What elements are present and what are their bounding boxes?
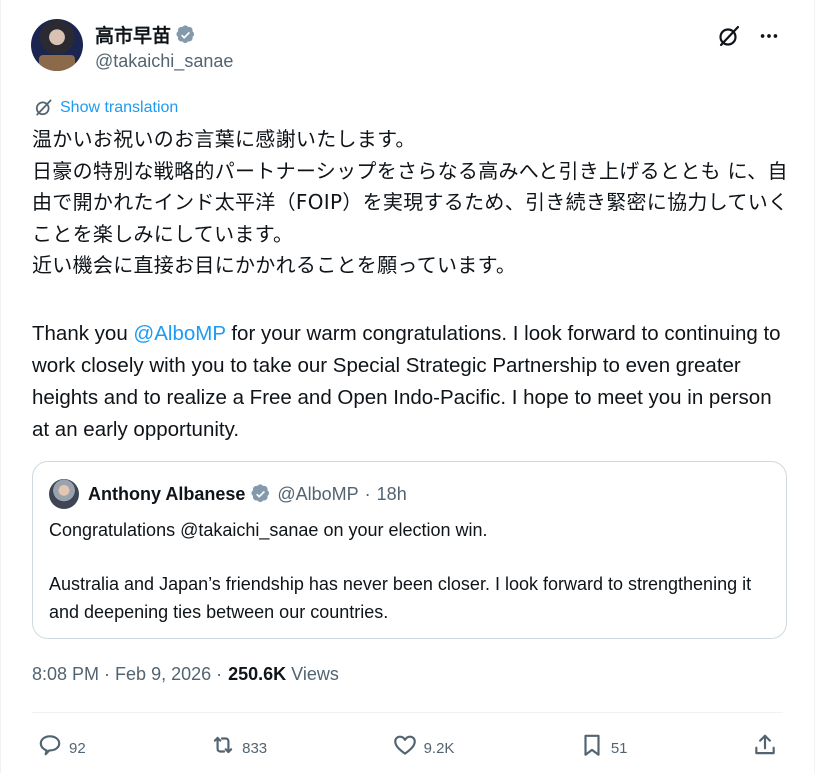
reply-button[interactable]: 92 [37,732,86,758]
meta-separator: · [216,664,223,684]
bookmark-icon [584,734,600,756]
author-names: 高市早苗 @takaichi_sanae [95,21,233,72]
author-handle[interactable]: @takaichi_sanae [95,51,233,72]
post: 高市早苗 @takaichi_sanae Show translation 温か… [0,0,815,773]
quoted-post-header: Anthony Albanese @AlboMP · 18h [49,479,770,509]
quoted-post-paragraph: Congratulations @takaichi_sanae on your … [49,520,488,540]
post-time[interactable]: 8:08 PM [32,664,99,685]
post-text-jp-line: 日豪の特別な戦略的パートナーシップをさらなる高みへと引き上げるととも に、自由で… [32,158,789,246]
quoted-author-avatar [49,479,79,509]
post-text-english: Thank you @AlboMP for your warm congratu… [32,318,792,446]
action-bar: 92 833 9.2K 51 [37,730,778,760]
quoted-post-time: 18h [376,483,407,504]
repost-icon [213,736,233,754]
views-label: Views [291,664,339,684]
post-text-japanese: 温かいお祝いのお言葉に感謝いたします。 日豪の特別な戦略的パートナーシップをさら… [32,124,792,282]
post-text-jp-line: 温かいお祝いのお言葉に感謝いたします。 [32,127,416,151]
header-actions [716,23,782,49]
views-count: 250.6K [228,664,287,684]
post-header: 高市早苗 @takaichi_sanae [31,19,784,75]
share-button[interactable] [752,732,778,758]
quoted-post-paragraph: Australia and Japan’s friendship has nev… [49,574,752,622]
more-icon[interactable] [756,23,782,49]
post-text-en-prefix: Thank you [32,322,134,345]
like-button[interactable]: 9.2K [392,732,455,758]
translate-icon [35,99,52,116]
like-count: 9.2K [423,739,455,757]
mention-link[interactable]: @AlboMP [133,322,225,345]
verified-badge-icon [251,484,270,502]
share-icon [755,734,775,755]
quoted-separator: · [364,483,371,504]
show-translation-label: Show translation [60,98,179,116]
repost-button[interactable]: 833 [210,732,267,758]
meta-separator: · [104,664,111,684]
heart-icon [393,735,416,755]
quoted-post[interactable]: Anthony Albanese @AlboMP · 18h Congratul… [32,461,787,639]
grok-translate-icon[interactable] [716,23,742,49]
verified-badge-icon [176,24,195,43]
divider [32,712,783,713]
show-translation-link[interactable]: Show translation [34,98,178,117]
reply-count: 92 [69,739,86,757]
post-meta: 8:08 PM · Feb 9, 2026 · 250.6K Views [32,664,339,685]
bookmark-count: 51 [610,739,628,757]
quoted-author-name: Anthony Albanese [88,483,246,504]
post-text-jp-line: 近い機会に直接お目にかかれることを願っています。 [32,253,517,277]
bookmark-button[interactable]: 51 [579,732,628,758]
quoted-post-body: Congratulations @takaichi_sanae on your … [49,516,770,626]
post-date[interactable]: Feb 9, 2026 [115,664,211,685]
author-avatar[interactable] [31,19,83,71]
repost-count: 833 [242,739,268,757]
quoted-author-handle: @AlboMP [277,483,359,504]
author-display-name[interactable]: 高市早苗 [95,21,171,48]
reply-icon [39,735,61,756]
